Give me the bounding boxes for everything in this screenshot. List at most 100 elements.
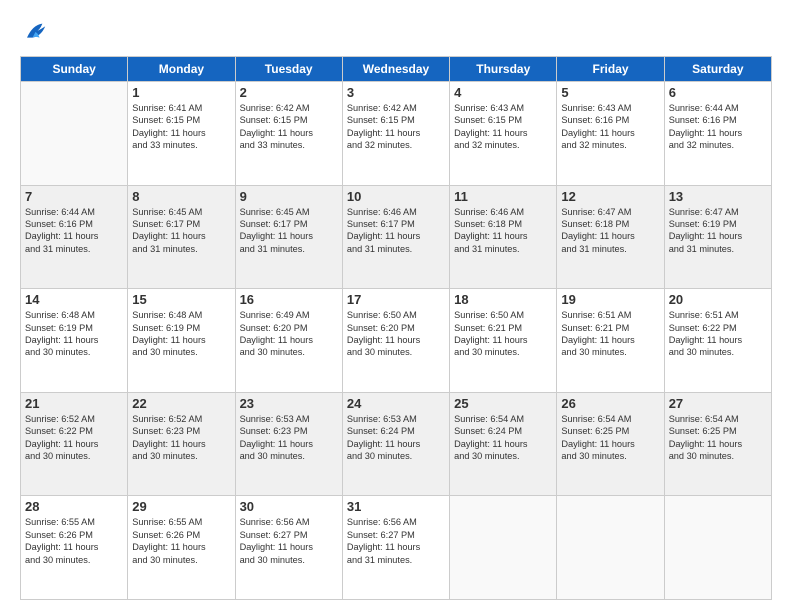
day-number: 2 bbox=[240, 85, 338, 100]
calendar-cell: 28 Sunrise: 6:55 AMSunset: 6:26 PMDayligh… bbox=[21, 496, 128, 600]
calendar-cell: 15 Sunrise: 6:48 AMSunset: 6:19 PMDayligh… bbox=[128, 289, 235, 393]
day-info: Sunrise: 6:46 AMSunset: 6:17 PMDaylight:… bbox=[347, 206, 445, 256]
calendar-header-tuesday: Tuesday bbox=[235, 57, 342, 82]
calendar-cell: 9 Sunrise: 6:45 AMSunset: 6:17 PMDaylight… bbox=[235, 185, 342, 289]
header bbox=[20, 18, 772, 46]
logo bbox=[20, 18, 52, 46]
calendar: SundayMondayTuesdayWednesdayThursdayFrid… bbox=[20, 56, 772, 600]
day-number: 22 bbox=[132, 396, 230, 411]
day-number: 14 bbox=[25, 292, 123, 307]
calendar-cell: 25 Sunrise: 6:54 AMSunset: 6:24 PMDayligh… bbox=[450, 392, 557, 496]
calendar-header-saturday: Saturday bbox=[664, 57, 771, 82]
day-info: Sunrise: 6:46 AMSunset: 6:18 PMDaylight:… bbox=[454, 206, 552, 256]
day-number: 7 bbox=[25, 189, 123, 204]
calendar-header-friday: Friday bbox=[557, 57, 664, 82]
day-info: Sunrise: 6:52 AMSunset: 6:22 PMDaylight:… bbox=[25, 413, 123, 463]
calendar-cell: 11 Sunrise: 6:46 AMSunset: 6:18 PMDayligh… bbox=[450, 185, 557, 289]
day-number: 3 bbox=[347, 85, 445, 100]
calendar-cell: 27 Sunrise: 6:54 AMSunset: 6:25 PMDayligh… bbox=[664, 392, 771, 496]
day-number: 15 bbox=[132, 292, 230, 307]
calendar-header-monday: Monday bbox=[128, 57, 235, 82]
calendar-cell: 23 Sunrise: 6:53 AMSunset: 6:23 PMDayligh… bbox=[235, 392, 342, 496]
day-number: 19 bbox=[561, 292, 659, 307]
calendar-header-wednesday: Wednesday bbox=[342, 57, 449, 82]
day-number: 5 bbox=[561, 85, 659, 100]
day-info: Sunrise: 6:55 AMSunset: 6:26 PMDaylight:… bbox=[132, 516, 230, 566]
calendar-cell: 22 Sunrise: 6:52 AMSunset: 6:23 PMDayligh… bbox=[128, 392, 235, 496]
calendar-header-sunday: Sunday bbox=[21, 57, 128, 82]
day-info: Sunrise: 6:56 AMSunset: 6:27 PMDaylight:… bbox=[347, 516, 445, 566]
day-info: Sunrise: 6:43 AMSunset: 6:16 PMDaylight:… bbox=[561, 102, 659, 152]
calendar-cell: 29Sunrise: 6:55 AMSunset: 6:26 PMDayligh… bbox=[128, 496, 235, 600]
day-info: Sunrise: 6:48 AMSunset: 6:19 PMDaylight:… bbox=[132, 309, 230, 359]
day-info: Sunrise: 6:45 AMSunset: 6:17 PMDaylight:… bbox=[132, 206, 230, 256]
day-number: 25 bbox=[454, 396, 552, 411]
calendar-cell: 5 Sunrise: 6:43 AMSunset: 6:16 PMDaylight… bbox=[557, 82, 664, 186]
calendar-cell: 30 Sunrise: 6:56 AMSunset: 6:27 PMDayligh… bbox=[235, 496, 342, 600]
calendar-week-1: 1Sunrise: 6:41 AMSunset: 6:15 PMDaylight… bbox=[21, 82, 772, 186]
calendar-cell bbox=[664, 496, 771, 600]
day-info: Sunrise: 6:43 AMSunset: 6:15 PMDaylight:… bbox=[454, 102, 552, 152]
day-number: 16 bbox=[240, 292, 338, 307]
day-info: Sunrise: 6:56 AMSunset: 6:27 PMDaylight:… bbox=[240, 516, 338, 566]
calendar-cell: 3Sunrise: 6:42 AMSunset: 6:15 PMDaylight… bbox=[342, 82, 449, 186]
calendar-header-row: SundayMondayTuesdayWednesdayThursdayFrid… bbox=[21, 57, 772, 82]
day-info: Sunrise: 6:47 AMSunset: 6:18 PMDaylight:… bbox=[561, 206, 659, 256]
day-number: 17 bbox=[347, 292, 445, 307]
calendar-week-5: 28 Sunrise: 6:55 AMSunset: 6:26 PMDayligh… bbox=[21, 496, 772, 600]
day-info: Sunrise: 6:53 AMSunset: 6:23 PMDaylight:… bbox=[240, 413, 338, 463]
day-number: 31 bbox=[347, 499, 445, 514]
day-info: Sunrise: 6:49 AMSunset: 6:20 PMDaylight:… bbox=[240, 309, 338, 359]
day-number: 12 bbox=[561, 189, 659, 204]
day-number: 11 bbox=[454, 189, 552, 204]
day-info: Sunrise: 6:55 AMSunset: 6:26 PMDaylight:… bbox=[25, 516, 123, 566]
page: SundayMondayTuesdayWednesdayThursdayFrid… bbox=[0, 0, 792, 612]
day-number: 30 bbox=[240, 499, 338, 514]
day-info: Sunrise: 6:41 AMSunset: 6:15 PMDaylight:… bbox=[132, 102, 230, 152]
day-info: Sunrise: 6:51 AMSunset: 6:22 PMDaylight:… bbox=[669, 309, 767, 359]
calendar-cell: 17 Sunrise: 6:50 AMSunset: 6:20 PMDayligh… bbox=[342, 289, 449, 393]
calendar-cell: 18Sunrise: 6:50 AMSunset: 6:21 PMDayligh… bbox=[450, 289, 557, 393]
day-number: 27 bbox=[669, 396, 767, 411]
day-number: 26 bbox=[561, 396, 659, 411]
calendar-header-thursday: Thursday bbox=[450, 57, 557, 82]
day-number: 18 bbox=[454, 292, 552, 307]
day-info: Sunrise: 6:51 AMSunset: 6:21 PMDaylight:… bbox=[561, 309, 659, 359]
calendar-cell: 2 Sunrise: 6:42 AMSunset: 6:15 PMDaylight… bbox=[235, 82, 342, 186]
logo-bird-icon bbox=[20, 18, 48, 46]
day-info: Sunrise: 6:54 AMSunset: 6:24 PMDaylight:… bbox=[454, 413, 552, 463]
calendar-cell: 4 Sunrise: 6:43 AMSunset: 6:15 PMDaylight… bbox=[450, 82, 557, 186]
day-number: 4 bbox=[454, 85, 552, 100]
calendar-cell: 10Sunrise: 6:46 AMSunset: 6:17 PMDayligh… bbox=[342, 185, 449, 289]
calendar-cell: 21Sunrise: 6:52 AMSunset: 6:22 PMDayligh… bbox=[21, 392, 128, 496]
day-info: Sunrise: 6:42 AMSunset: 6:15 PMDaylight:… bbox=[240, 102, 338, 152]
day-info: Sunrise: 6:45 AMSunset: 6:17 PMDaylight:… bbox=[240, 206, 338, 256]
day-number: 20 bbox=[669, 292, 767, 307]
calendar-week-4: 21Sunrise: 6:52 AMSunset: 6:22 PMDayligh… bbox=[21, 392, 772, 496]
day-number: 6 bbox=[669, 85, 767, 100]
calendar-cell: 7Sunrise: 6:44 AMSunset: 6:16 PMDaylight… bbox=[21, 185, 128, 289]
calendar-week-3: 14 Sunrise: 6:48 AMSunset: 6:19 PMDayligh… bbox=[21, 289, 772, 393]
day-info: Sunrise: 6:50 AMSunset: 6:20 PMDaylight:… bbox=[347, 309, 445, 359]
day-number: 28 bbox=[25, 499, 123, 514]
day-info: Sunrise: 6:54 AMSunset: 6:25 PMDaylight:… bbox=[669, 413, 767, 463]
calendar-cell: 14 Sunrise: 6:48 AMSunset: 6:19 PMDayligh… bbox=[21, 289, 128, 393]
day-info: Sunrise: 6:52 AMSunset: 6:23 PMDaylight:… bbox=[132, 413, 230, 463]
day-info: Sunrise: 6:47 AMSunset: 6:19 PMDaylight:… bbox=[669, 206, 767, 256]
day-info: Sunrise: 6:48 AMSunset: 6:19 PMDaylight:… bbox=[25, 309, 123, 359]
day-number: 23 bbox=[240, 396, 338, 411]
calendar-cell: 12 Sunrise: 6:47 AMSunset: 6:18 PMDayligh… bbox=[557, 185, 664, 289]
calendar-cell: 8 Sunrise: 6:45 AMSunset: 6:17 PMDaylight… bbox=[128, 185, 235, 289]
calendar-cell: 26Sunrise: 6:54 AMSunset: 6:25 PMDayligh… bbox=[557, 392, 664, 496]
day-number: 8 bbox=[132, 189, 230, 204]
calendar-cell: 16 Sunrise: 6:49 AMSunset: 6:20 PMDayligh… bbox=[235, 289, 342, 393]
calendar-week-2: 7Sunrise: 6:44 AMSunset: 6:16 PMDaylight… bbox=[21, 185, 772, 289]
calendar-cell bbox=[21, 82, 128, 186]
day-number: 24 bbox=[347, 396, 445, 411]
day-info: Sunrise: 6:53 AMSunset: 6:24 PMDaylight:… bbox=[347, 413, 445, 463]
calendar-cell: 20 Sunrise: 6:51 AMSunset: 6:22 PMDayligh… bbox=[664, 289, 771, 393]
calendar-cell: 31 Sunrise: 6:56 AMSunset: 6:27 PMDayligh… bbox=[342, 496, 449, 600]
day-number: 9 bbox=[240, 189, 338, 204]
calendar-cell: 19 Sunrise: 6:51 AMSunset: 6:21 PMDayligh… bbox=[557, 289, 664, 393]
calendar-cell: 24 Sunrise: 6:53 AMSunset: 6:24 PMDayligh… bbox=[342, 392, 449, 496]
